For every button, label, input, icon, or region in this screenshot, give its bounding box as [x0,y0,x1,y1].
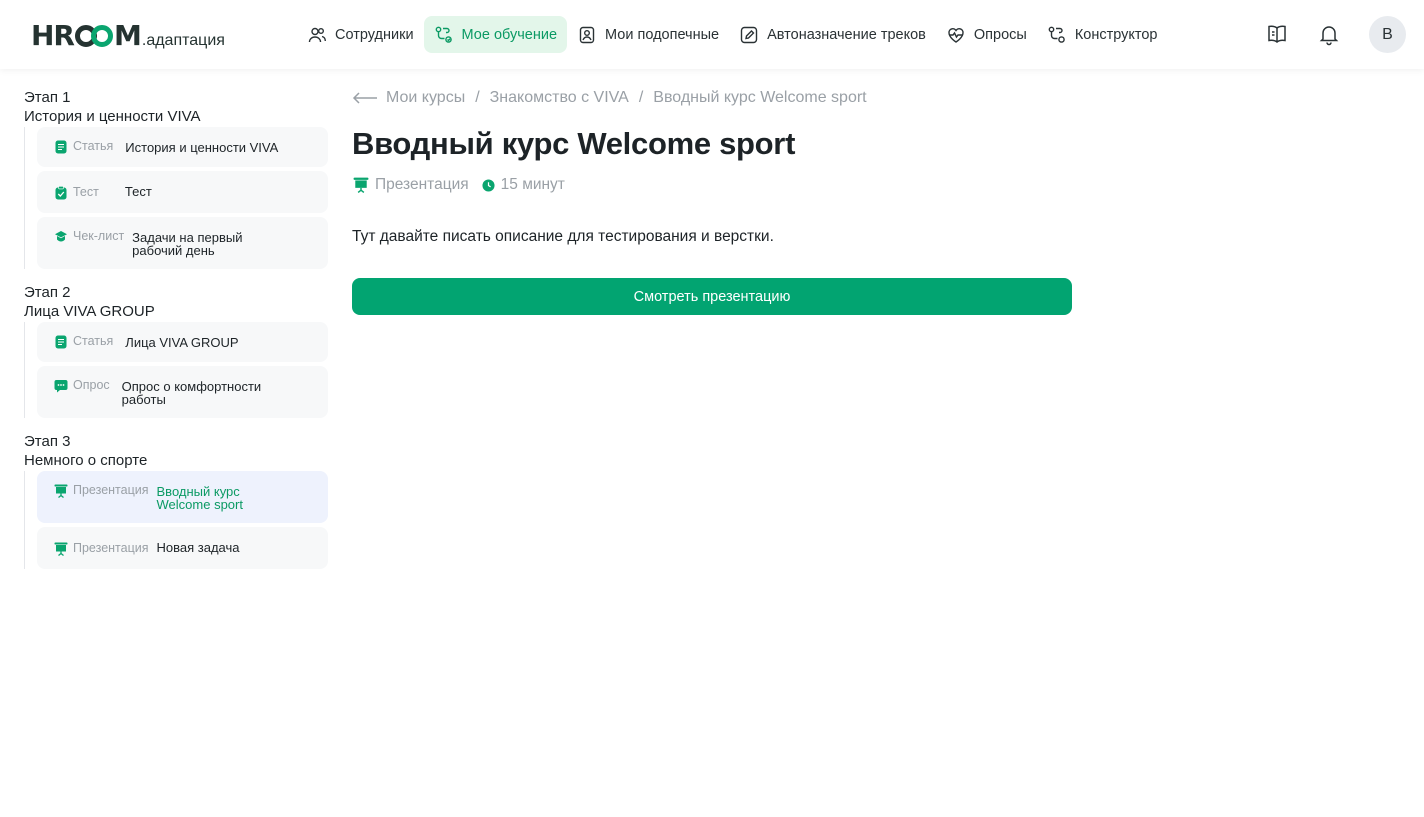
presentation-icon [54,542,68,556]
lesson-type: Презентация [73,483,149,497]
lesson-item[interactable]: Презентация Новая задача [37,527,328,569]
stage: Этап 3 Немного о спорте Презентация Ввод… [24,432,328,569]
logo[interactable]: HR M .адаптация [31,20,225,50]
lesson-type: Статья [73,139,114,153]
presentation-icon [353,177,369,193]
nav-label: Автоназначение треков [767,26,926,43]
breadcrumb-link[interactable]: Знакомство с VIVA [490,89,629,107]
edit-icon [740,26,758,43]
breadcrumb-link[interactable]: Мои курсы [386,89,465,107]
route-settings-icon [1048,26,1065,43]
clock-icon [482,178,495,192]
stage-number: Этап 1 [24,89,71,106]
test-icon [55,186,67,200]
nav-item-auto-assign[interactable]: Автоназначение треков [729,16,936,53]
breadcrumb-current: Вводный курс Welcome sport [653,89,867,106]
lesson-item[interactable]: Опрос Опрос о комфортности работы [37,366,328,418]
stage-items: Статья Лица VIVA GROUP Опрос Опрос о ком… [24,322,328,418]
nav-item-employees[interactable]: Сотрудники [297,16,424,53]
lesson-name: Тест [124,184,152,199]
user-avatar[interactable]: В [1369,16,1406,53]
stage-title: История и ценности VIVA [24,108,201,125]
breadcrumb-separator: / [638,89,644,106]
lesson-type: Презентация [375,176,469,193]
stage-title: Немного о спорте [24,452,148,469]
course-sidebar: Этап 1 История и ценности VIVA Статья Ис… [24,88,328,583]
bell-icon[interactable] [1317,22,1341,46]
lesson-item[interactable]: Статья История и ценности VIVA [37,127,328,167]
lesson-type: Опрос [73,378,110,392]
logo-subtitle: .адаптация [141,32,225,49]
lesson-name: Новая задача [156,540,240,555]
stage-items: Презентация Вводный курс Welcome sport Пр… [24,471,328,569]
article-icon [55,140,67,154]
user-badge-icon [579,26,595,43]
survey-icon [54,380,68,393]
lesson-type: Презентация [73,541,149,555]
lesson-item[interactable]: Статья Лица VIVA GROUP [37,322,328,362]
breadcrumb: Мои курсы / Знакомство с VIVA / Вводный … [352,89,867,107]
heart-pulse-icon [948,27,964,43]
nav-item-surveys[interactable]: Опросы [936,16,1037,53]
lesson-type: Статья [73,334,114,348]
checklist-icon [55,231,67,242]
stage-title: Лица VIVA GROUP [24,303,155,320]
lesson-description: Тут давайте писать описание для тестиров… [352,228,774,245]
users-icon [308,27,326,42]
breadcrumb-separator: / [475,89,480,106]
nav-item-mentees[interactable]: Мои подопечные [567,16,729,53]
nav-label: Мое обучение [461,26,558,43]
lesson-name: Задачи на первый рабочий день [132,230,243,258]
lesson-meta: Презентация 15 минут [353,176,565,194]
stage: Этап 2 Лица VIVA GROUP Статья Лица VIVA … [24,283,328,418]
stage-number: Этап 3 [24,433,71,450]
lesson-name: Вводный курс Welcome sport [156,484,243,512]
back-arrow-icon[interactable] [352,91,378,105]
nav-label: Опросы [973,26,1027,43]
nav-item-constructor[interactable]: Конструктор [1037,16,1168,53]
lesson-name: Лица VIVA GROUP [125,335,239,350]
presentation-icon [54,484,68,498]
page-title: Вводный курс Welcome sport [352,126,796,161]
lesson-type: Тест [73,185,99,199]
logo-mark: HR M [31,19,142,52]
view-presentation-button[interactable]: Смотреть презентацию [352,278,1072,315]
main-nav: Сотрудники Мое обучение Мои подопечные А… [297,16,1168,53]
nav-item-my-learning[interactable]: Мое обучение [423,16,568,53]
lesson-name: История и ценности VIVA [125,140,279,155]
lesson-item[interactable]: Чек-лист Задачи на первый рабочий день [37,217,328,269]
knowledge-base-icon[interactable] [1265,22,1289,46]
lesson-name: Опрос о комфортности работы [121,379,262,407]
stage-number: Этап 2 [24,284,71,301]
nav-label: Сотрудники [335,26,414,43]
nav-label: Конструктор [1074,26,1158,43]
lesson-type: Чек-лист [73,229,125,243]
route-icon [435,26,452,43]
lesson-duration: 15 минут [500,176,565,193]
lesson-item-active[interactable]: Презентация Вводный курс Welcome sport [37,471,328,523]
stage-items: Статья История и ценности VIVA Тест Тест… [24,127,328,269]
stage: Этап 1 История и ценности VIVA Статья Ис… [24,88,328,269]
lesson-item[interactable]: Тест Тест [37,171,328,213]
nav-label: Мои подопечные [605,26,720,43]
article-icon [55,335,67,349]
top-header: HR M .адаптация Сотрудники Мое обучение М… [0,0,1424,69]
